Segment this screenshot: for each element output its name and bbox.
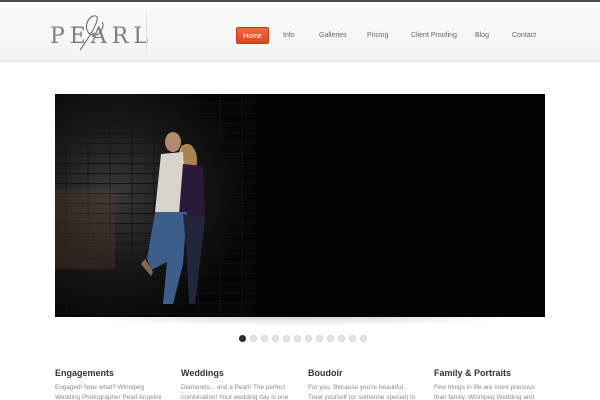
feature-title[interactable]: Boudoir [308, 368, 420, 378]
hero-slide-image [55, 94, 545, 317]
feature-text: Few things in life are more precious tha… [434, 384, 535, 400]
nav-item-contact[interactable]: Contact [512, 27, 536, 44]
nav-item-galleries[interactable]: Galleries [319, 27, 347, 44]
nav-item-home[interactable]: Home [236, 27, 269, 44]
slider-dot-8[interactable] [316, 335, 323, 342]
slider-dot-9[interactable] [327, 335, 334, 342]
slider-dot-6[interactable] [294, 335, 301, 342]
slider-dot-11[interactable] [349, 335, 356, 342]
nav-item-pricing[interactable]: Pricing [367, 27, 388, 44]
slider-dot-10[interactable] [338, 335, 345, 342]
slider-dot-3[interactable] [261, 335, 268, 342]
nav-item-blog[interactable]: Blog [475, 27, 489, 44]
feature-family-portraits: Family & Portraits Few things in life ar… [434, 368, 546, 400]
hero-slider[interactable] [55, 94, 545, 317]
slider-dot-2[interactable] [250, 335, 257, 342]
slider-dot-12[interactable] [360, 335, 367, 342]
slider-dot-1[interactable] [239, 335, 246, 342]
feature-text: For you. Because you're beautiful. Treat… [308, 384, 416, 400]
feature-title[interactable]: Family & Portraits [434, 368, 546, 378]
feature-text: Diamonds... and a Pearl! The perfect com… [181, 384, 289, 400]
site-header: PEARL Home Info Galleries Pricing Client… [0, 2, 600, 62]
slider-shadow [70, 316, 530, 326]
slider-dot-4[interactable] [272, 335, 279, 342]
nav-item-info[interactable]: Info [283, 27, 295, 44]
slider-dot-7[interactable] [305, 335, 312, 342]
site-logo[interactable]: PEARL [50, 12, 148, 54]
feature-title[interactable]: Engagements [55, 368, 167, 378]
feature-engagements: Engagements Engaged! Now what? Winnipeg … [55, 368, 167, 400]
slider-dot-5[interactable] [283, 335, 290, 342]
feature-title[interactable]: Weddings [181, 368, 293, 378]
logo-divider [146, 12, 147, 54]
nav-item-client-proofing[interactable]: Client Proofing [411, 27, 457, 44]
feature-boudoir: Boudoir For you. Because you're beautifu… [308, 368, 420, 400]
logo-swirl-icon [79, 15, 104, 51]
feature-weddings: Weddings Diamonds... and a Pearl! The pe… [181, 368, 293, 400]
feature-text: Engaged! Now what? Winnipeg Wedding Phot… [55, 384, 162, 400]
